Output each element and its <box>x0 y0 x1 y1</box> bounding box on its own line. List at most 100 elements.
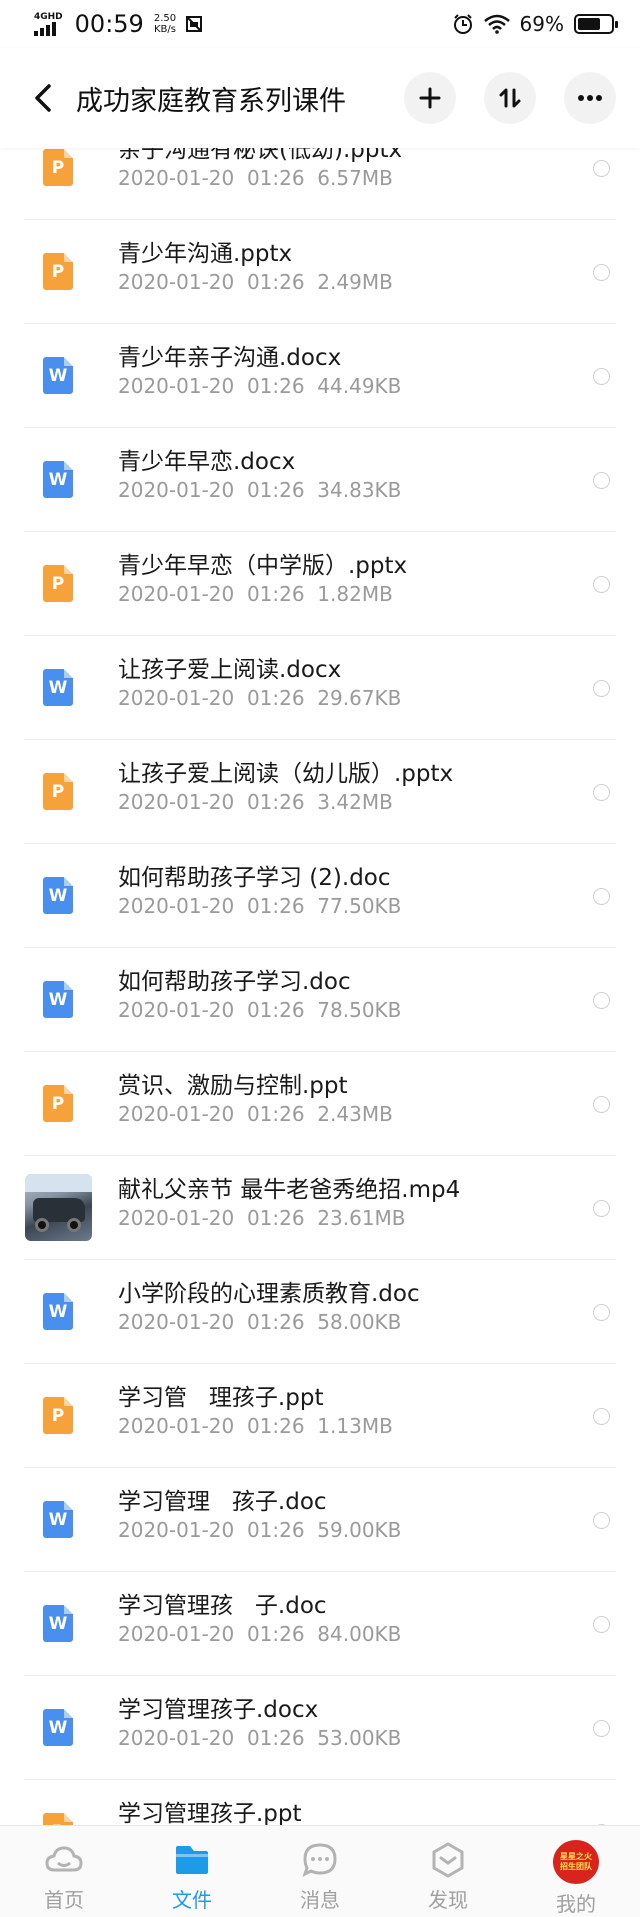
file-row[interactable]: W 学习管理 孩子.doc 2020-01-20 01:26 59.00KB <box>0 1468 640 1572</box>
status-bar: 4GHD 00:59 2.50 KB/s 69% <box>0 0 640 48</box>
plus-icon <box>419 87 441 109</box>
select-radio[interactable] <box>593 1304 610 1321</box>
select-radio[interactable] <box>593 1512 610 1529</box>
select-radio[interactable] <box>593 680 610 697</box>
file-meta: 2020-01-20 01:26 2.49MB <box>118 270 393 294</box>
word-file-icon: W <box>43 1709 73 1746</box>
chevron-left-icon <box>35 84 51 112</box>
word-file-icon: W <box>43 461 73 498</box>
network-speed: 2.50 KB/s <box>154 13 176 35</box>
file-name: 学习管理 孩子.doc <box>118 1489 327 1515</box>
file-row[interactable]: P 亲子沟通有秘诀(低幼).pptx 2020-01-20 01:26 6.57MB <box>0 148 640 220</box>
file-name: 学习管理孩子.docx <box>118 1697 319 1723</box>
select-radio[interactable] <box>593 1616 610 1633</box>
select-radio[interactable] <box>593 1200 610 1217</box>
select-radio[interactable] <box>593 368 610 385</box>
network-speed-unit: KB/s <box>153 24 176 35</box>
bottom-nav: 首页 文件 消息 发现 星星之火 招生团队 我的 <box>0 1825 640 1917</box>
select-radio[interactable] <box>593 576 610 593</box>
ppt-file-icon: P <box>43 149 73 186</box>
file-row[interactable]: W 学习管理孩子.docx 2020-01-20 01:26 53.00KB <box>0 1676 640 1780</box>
file-meta: 2020-01-20 01:26 58.00KB <box>118 1310 402 1334</box>
file-name: 如何帮助孩子学习.doc <box>118 969 351 995</box>
more-icon <box>578 95 602 101</box>
file-row[interactable]: W 如何帮助孩子学习 (2).doc 2020-01-20 01:26 77.50K… <box>0 844 640 948</box>
file-name: 献礼父亲节 最牛老爸秀绝招.mp4 <box>118 1177 461 1203</box>
file-row[interactable]: P 学习管 理孩子.ppt 2020-01-20 01:26 1.13MB <box>0 1364 640 1468</box>
add-button[interactable] <box>404 72 456 124</box>
nav-discover[interactable]: 发现 <box>384 1826 512 1917</box>
file-row[interactable]: W 青少年早恋.docx 2020-01-20 01:26 34.83KB <box>0 428 640 532</box>
nav-profile-label: 我的 <box>556 1892 596 1916</box>
nav-profile[interactable]: 星星之火 招生团队 我的 <box>512 1826 640 1917</box>
network-type: 4GHD <box>34 11 63 22</box>
select-radio[interactable] <box>593 264 610 281</box>
nav-messages[interactable]: 消息 <box>256 1826 384 1917</box>
word-file-icon: W <box>43 1501 73 1538</box>
select-radio[interactable] <box>593 472 610 489</box>
file-meta: 2020-01-20 01:26 44.49KB <box>118 374 402 398</box>
select-radio[interactable] <box>593 1720 610 1737</box>
file-meta: 2020-01-20 01:26 77.50KB <box>118 894 402 918</box>
file-name: 赏识、激励与控制.ppt <box>118 1073 348 1099</box>
file-row[interactable]: P 让孩子爱上阅读（幼儿版）.pptx 2020-01-20 01:26 3.42M… <box>0 740 640 844</box>
back-button[interactable] <box>24 79 62 117</box>
header-bar: 成功家庭教育系列课件 <box>0 48 640 148</box>
word-file-icon: W <box>43 357 73 394</box>
nav-messages-label: 消息 <box>300 1888 340 1912</box>
file-row[interactable]: W 如何帮助孩子学习.doc 2020-01-20 01:26 78.50KB <box>0 948 640 1052</box>
file-name: 让孩子爱上阅读.docx <box>118 657 342 683</box>
cloud-icon <box>45 1846 83 1872</box>
alarm-icon <box>453 14 472 34</box>
nav-home[interactable]: 首页 <box>0 1826 128 1917</box>
select-radio[interactable] <box>593 992 610 1009</box>
file-name: 如何帮助孩子学习 (2).doc <box>118 865 391 891</box>
nav-files-label: 文件 <box>172 1888 212 1912</box>
word-file-icon: W <box>43 981 73 1018</box>
file-name: 学习管理孩 子.doc <box>118 1593 327 1619</box>
file-row[interactable]: W 学习管理孩 子.doc 2020-01-20 01:26 84.00KB <box>0 1572 640 1676</box>
ppt-file-icon: P <box>43 1397 73 1434</box>
select-radio[interactable] <box>593 784 610 801</box>
select-radio[interactable] <box>593 1408 610 1425</box>
file-row[interactable]: W 小学阶段的心理素质教育.doc 2020-01-20 01:26 58.00KB <box>0 1260 640 1364</box>
select-radio[interactable] <box>593 888 610 905</box>
more-button[interactable] <box>564 72 616 124</box>
chat-icon <box>302 1843 337 1877</box>
file-meta: 2020-01-20 01:26 84.00KB <box>118 1622 402 1646</box>
avatar-text-line1: 星星之火 <box>560 1852 592 1861</box>
file-meta: 2020-01-20 01:26 23.61MB <box>118 1206 406 1230</box>
sort-button[interactable] <box>484 72 536 124</box>
file-name: 亲子沟通有秘诀(低幼).pptx <box>118 148 403 163</box>
network-speed-value: 2.50 <box>153 13 177 24</box>
avatar: 星星之火 招生团队 <box>553 1840 599 1884</box>
file-list: P 亲子沟通有秘诀(低幼).pptx 2020-01-20 01:26 6.57MB… <box>0 148 640 1825</box>
file-meta: 2020-01-20 01:26 2.43MB <box>118 1102 393 1126</box>
file-row[interactable]: W 让孩子爱上阅读.docx 2020-01-20 01:26 29.67KB <box>0 636 640 740</box>
notification-icon <box>186 16 203 32</box>
video-thumbnail <box>25 1174 92 1241</box>
nav-files[interactable]: 文件 <box>128 1826 256 1917</box>
file-row[interactable]: P 学习管理孩子.ppt <box>0 1780 640 1825</box>
file-name: 青少年亲子沟通.docx <box>118 345 342 371</box>
file-row[interactable]: P 青少年早恋（中学版）.pptx 2020-01-20 01:26 1.82MB <box>0 532 640 636</box>
file-row[interactable]: W 青少年亲子沟通.docx 2020-01-20 01:26 44.49KB <box>0 324 640 428</box>
select-radio[interactable] <box>593 1096 610 1113</box>
discover-icon <box>432 1842 464 1878</box>
signal-icon: 4GHD <box>34 11 63 36</box>
ppt-file-icon: P <box>43 253 73 290</box>
file-name: 青少年早恋.docx <box>118 449 296 475</box>
word-file-icon: W <box>43 669 73 706</box>
file-meta: 2020-01-20 01:26 3.42MB <box>118 790 393 814</box>
file-name: 青少年早恋（中学版）.pptx <box>118 553 408 579</box>
file-row[interactable]: 献礼父亲节 最牛老爸秀绝招.mp4 2020-01-20 01:26 23.61M… <box>0 1156 640 1260</box>
sort-icon <box>499 88 521 108</box>
file-row[interactable]: P 青少年沟通.pptx 2020-01-20 01:26 2.49MB <box>0 220 640 324</box>
nav-discover-label: 发现 <box>428 1888 468 1912</box>
file-row[interactable]: P 赏识、激励与控制.ppt 2020-01-20 01:26 2.43MB <box>0 1052 640 1156</box>
ppt-file-icon: P <box>43 1085 73 1122</box>
battery-icon <box>574 14 618 34</box>
avatar-text-line2: 招生团队 <box>560 1862 592 1871</box>
select-radio[interactable] <box>593 160 610 177</box>
status-time: 00:59 <box>74 10 144 38</box>
